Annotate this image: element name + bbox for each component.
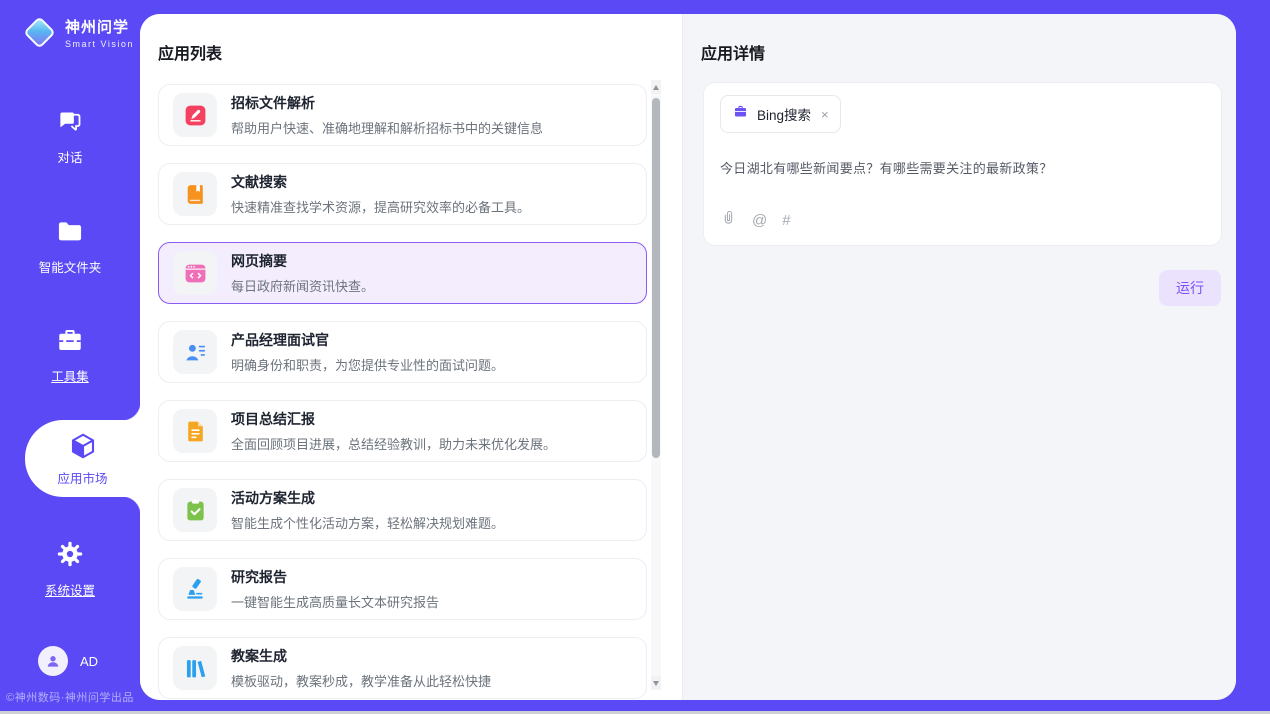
app-list-title: 应用列表 — [158, 40, 222, 64]
attachment-toolbar: @ # — [720, 209, 791, 231]
toolbox-icon — [55, 341, 85, 358]
sidebar-item-app-market-active[interactable]: 应用市场 — [25, 420, 140, 497]
app-desc: 明确身份和职责，为您提供专业性的面试问题。 — [231, 355, 504, 374]
app-desc: 每日政府新闻资讯快查。 — [231, 276, 374, 295]
app-card-list: 招标文件解析 帮助用户快速、准确地理解和解析招标书中的关键信息 文献搜索 快速精… — [158, 84, 647, 700]
app-card-research-report[interactable]: 研究报告 一键智能生成高质量长文本研究报告 — [158, 558, 647, 620]
at-icon[interactable]: @ — [752, 212, 767, 229]
app-name: 产品经理面试官 — [231, 330, 504, 350]
edit-square-icon — [173, 93, 217, 137]
app-list-panel: 应用列表 招标文件解析 帮助用户快速、准确地理解和解析招标书中的关键信息 文献搜… — [140, 14, 682, 700]
app-desc: 一键智能生成高质量长文本研究报告 — [231, 592, 439, 611]
user-initials: AD — [80, 654, 98, 669]
close-icon[interactable]: × — [821, 107, 829, 122]
main-container: 应用列表 招标文件解析 帮助用户快速、准确地理解和解析招标书中的关键信息 文献搜… — [140, 14, 1236, 700]
sidebar-item-label: 工具集 — [0, 366, 140, 385]
app-card-pm-interviewer[interactable]: 产品经理面试官 明确身份和职责，为您提供专业性的面试问题。 — [158, 321, 647, 383]
scrollbar-thumb[interactable] — [652, 98, 660, 458]
user-account[interactable]: AD — [38, 646, 98, 676]
app-name: 招标文件解析 — [231, 93, 543, 113]
app-name: 文献搜索 — [231, 172, 530, 192]
sidebar-item-label: 对话 — [0, 147, 140, 166]
tool-tag-label: Bing搜索 — [757, 104, 811, 124]
browser-code-icon — [173, 251, 217, 295]
gear-icon — [56, 555, 84, 572]
copyright-footer: ©神州数码·神州问学出品 — [0, 689, 140, 705]
app-detail-title: 应用详情 — [701, 40, 765, 64]
sidebar-item-chat[interactable]: 对话 — [0, 108, 140, 166]
chat-icon — [57, 122, 84, 139]
sidebar-item-toolset[interactable]: 工具集 — [0, 326, 140, 385]
app-card-bid-parse[interactable]: 招标文件解析 帮助用户快速、准确地理解和解析招标书中的关键信息 — [158, 84, 647, 146]
prompt-editor-card[interactable]: Bing搜索 × 今日湖北有哪些新闻要点？有哪些需要关注的最新政策？ @ # — [703, 82, 1222, 246]
interviewer-icon — [173, 330, 217, 374]
clipboard-check-icon — [173, 488, 217, 532]
app-name: 教案生成 — [231, 646, 491, 666]
folder-icon — [56, 232, 84, 249]
app-name: 项目总结汇报 — [231, 409, 556, 429]
app-name: 网页摘要 — [231, 251, 374, 271]
sidebar-item-smart-folder[interactable]: 智能文件夹 — [0, 219, 140, 276]
app-card-activity-plan[interactable]: 活动方案生成 智能生成个性化活动方案，轻松解决规划难题。 — [158, 479, 647, 541]
hash-icon[interactable]: # — [782, 212, 790, 229]
brand-name: 神州问学 — [65, 16, 134, 37]
document-icon — [173, 409, 217, 453]
books-icon — [173, 646, 217, 690]
briefcase-icon — [732, 103, 749, 125]
brand-subtitle: Smart Vision — [65, 39, 134, 49]
scroll-down-arrow[interactable] — [651, 676, 661, 690]
app-desc: 智能生成个性化活动方案，轻松解决规划难题。 — [231, 513, 504, 532]
app-card-web-summary-selected[interactable]: 网页摘要 每日政府新闻资讯快查。 — [158, 242, 647, 304]
app-desc: 帮助用户快速、准确地理解和解析招标书中的关键信息 — [231, 118, 543, 137]
book-icon — [173, 172, 217, 216]
avatar — [38, 646, 68, 676]
app-desc: 快速精准查找学术资源，提高研究效率的必备工具。 — [231, 197, 530, 216]
sidebar-item-label: 系统设置 — [0, 580, 140, 599]
cube-icon — [68, 448, 98, 465]
app-name: 研究报告 — [231, 567, 439, 587]
tool-tag-bing-search[interactable]: Bing搜索 × — [720, 95, 841, 133]
app-card-project-report[interactable]: 项目总结汇报 全面回顾项目进展，总结经验教训，助力未来优化发展。 — [158, 400, 647, 462]
sidebar-item-label: 智能文件夹 — [0, 257, 140, 276]
scroll-up-arrow[interactable] — [651, 80, 661, 94]
sidebar: 神州问学 Smart Vision 对话 智能文件夹 工具集 应用市场 系统设置 — [0, 0, 140, 714]
app-desc: 全面回顾项目进展，总结经验教训，助力未来优化发展。 — [231, 434, 556, 453]
sidebar-item-label: 应用市场 — [25, 468, 140, 487]
app-desc: 模板驱动，教案秒成，教学准备从此轻松快捷 — [231, 671, 491, 690]
sidebar-item-settings[interactable]: 系统设置 — [0, 540, 140, 599]
app-detail-panel: 应用详情 Bing搜索 × 今日湖北有哪些新闻要点？有哪些需要关注的最新政策？ … — [682, 14, 1236, 700]
microscope-icon — [173, 567, 217, 611]
run-button[interactable]: 运行 — [1159, 270, 1221, 306]
app-logo: 神州问学 Smart Vision — [24, 16, 134, 49]
app-card-lesson-plan[interactable]: 教案生成 模板驱动，教案秒成，教学准备从此轻松快捷 — [158, 637, 647, 699]
prompt-input[interactable]: 今日湖北有哪些新闻要点？有哪些需要关注的最新政策？ — [720, 158, 1205, 177]
logo-gem-icon — [23, 16, 56, 49]
list-scrollbar[interactable] — [651, 80, 661, 690]
paperclip-icon[interactable] — [720, 209, 737, 231]
app-card-literature-search[interactable]: 文献搜索 快速精准查找学术资源，提高研究效率的必备工具。 — [158, 163, 647, 225]
app-name: 活动方案生成 — [231, 488, 504, 508]
